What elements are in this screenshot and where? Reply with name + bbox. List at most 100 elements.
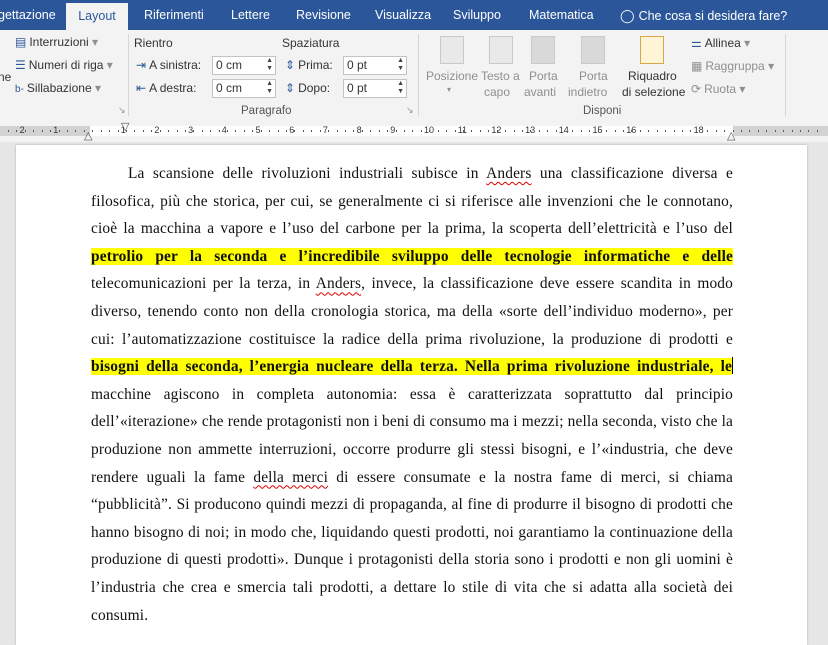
tab-matematica[interactable]: Matematica xyxy=(529,0,594,30)
ruler-tick xyxy=(690,130,692,132)
rotate-button[interactable]: ⟳ Ruota ▾ xyxy=(691,82,745,96)
indent-title: Rientro xyxy=(134,36,173,50)
ruler-number: 6 xyxy=(289,125,295,135)
spacing-after-input[interactable]: 0 pt ▲ ▼ xyxy=(343,79,407,98)
ruler-tick xyxy=(724,130,726,132)
indent-right-label: ⇤ A destra: xyxy=(136,81,196,95)
align-button[interactable]: ⚌ Allinea ▾ xyxy=(691,36,750,50)
spinner-arrows-icon[interactable]: ▲ ▼ xyxy=(266,80,273,96)
spinner-arrows-icon[interactable]: ▲ ▼ xyxy=(397,57,404,73)
spacing-before-label: ⇕ Prima: xyxy=(285,58,333,72)
tab-riferimenti[interactable]: Riferimenti xyxy=(144,0,204,30)
spinner-arrows-icon[interactable]: ▲ ▼ xyxy=(397,80,404,96)
indent-right-icon: ⇤ xyxy=(136,81,147,95)
breaks-button[interactable]: ▤ Interruzioni ▾ xyxy=(15,35,98,49)
ruler-number: 3 xyxy=(188,125,194,135)
ruler-tick xyxy=(235,130,237,132)
group-separator xyxy=(418,34,419,116)
ruler-tick xyxy=(353,130,355,132)
ribbon-layout: ne ▤ Interruzioni ▾ ☰ Numeri di riga ▾ b‐ S… xyxy=(0,30,828,121)
first-line-indent-marker-icon[interactable]: ▽ xyxy=(121,120,129,133)
breaks-label: Interruzioni xyxy=(29,35,89,49)
ruler-tick xyxy=(656,130,658,132)
ruler-tick xyxy=(496,130,498,132)
chevron-down-icon: ▾ xyxy=(740,36,751,50)
ruler-tick xyxy=(412,130,414,132)
ruler-tick xyxy=(159,130,161,132)
tab-sviluppo[interactable]: Sviluppo xyxy=(453,0,501,30)
bring-forward-label-1[interactable]: Porta xyxy=(529,69,558,83)
ruler-number: 1 xyxy=(53,125,59,135)
right-indent-marker-icon[interactable]: △ xyxy=(727,129,735,142)
ruler-tick xyxy=(446,130,448,132)
selection-pane-label-2[interactable]: di selezione xyxy=(622,85,685,99)
page-setup-launcher-icon[interactable]: ↘ xyxy=(118,105,126,116)
paragraph[interactable]: La scansione delle rivoluzioni industria… xyxy=(91,160,733,629)
ruler-tick xyxy=(479,130,481,132)
ruler-number: 9 xyxy=(390,125,396,135)
spellcheck-flagged-word: della merci xyxy=(253,468,329,486)
spellcheck-flagged-word: Anders xyxy=(486,165,532,182)
ruler-tick xyxy=(774,130,776,132)
document-body[interactable]: La scansione delle rivoluzioni industria… xyxy=(91,160,733,629)
position-button[interactable]: Posizione xyxy=(426,69,478,83)
align-label: Allinea xyxy=(704,36,741,50)
ruler-tick xyxy=(33,130,35,132)
highlighted-text: bisogni della seconda, l’energia nuclear… xyxy=(91,358,732,376)
ruler-tick xyxy=(168,130,170,132)
partial-label: ne xyxy=(0,70,12,84)
indent-right-value: 0 cm xyxy=(216,81,243,95)
ruler-tick xyxy=(462,130,464,132)
ruler-tick xyxy=(513,130,515,132)
send-backward-label-2[interactable]: indietro xyxy=(568,85,607,99)
spacing-before-text: Prima: xyxy=(298,58,333,72)
ruler-tick xyxy=(75,130,77,132)
ruler-tick xyxy=(488,130,490,132)
hyphenation-button[interactable]: b‐ Sillabazione ▾ xyxy=(15,81,101,95)
horizontal-ruler[interactable]: 211234567891011121314151618 ▽ △ △ xyxy=(0,120,828,142)
position-icon xyxy=(440,36,464,64)
chevron-down-icon: ▾ xyxy=(103,58,113,72)
ruler-tick xyxy=(791,130,793,132)
ruler-tick xyxy=(201,130,203,132)
tell-me-box[interactable]: ◯ Che cosa si desidera fare? xyxy=(620,0,787,30)
ruler-tick xyxy=(597,130,599,132)
text-run: di essere consumate e la nostra fame di … xyxy=(91,468,733,624)
tab-layout[interactable]: Layout xyxy=(66,3,128,30)
spinner-arrows-icon[interactable]: ▲ ▼ xyxy=(266,57,273,73)
paragraph-group-label: Paragrafo xyxy=(241,105,292,117)
line-numbers-button[interactable]: ☰ Numeri di riga ▾ xyxy=(15,58,113,72)
tab-visualizza[interactable]: Visualizza xyxy=(375,0,431,30)
paragraph-launcher-icon[interactable]: ↘ xyxy=(406,105,414,116)
ruler-tick xyxy=(757,130,759,132)
group-button[interactable]: ▦ Raggruppa ▾ xyxy=(691,59,774,73)
selection-pane-icon xyxy=(640,36,664,64)
send-backward-label-1[interactable]: Porta xyxy=(579,69,608,83)
ruler-tick xyxy=(808,130,810,132)
bring-forward-label-2[interactable]: avanti xyxy=(524,85,556,99)
indent-right-input[interactable]: 0 cm ▲ ▼ xyxy=(212,79,276,98)
text-run: telecomunicazioni per la terza, in xyxy=(91,275,316,293)
ruler-tick xyxy=(109,130,111,132)
tab-revisione[interactable]: Revisione xyxy=(296,0,351,30)
ruler-tick xyxy=(8,130,9,132)
ruler-tick xyxy=(816,130,818,132)
chevron-down-icon: ▾ xyxy=(91,81,101,95)
indent-left-text: A sinistra: xyxy=(149,58,202,72)
spacing-after-icon: ⇕ xyxy=(285,81,296,95)
indent-left-input[interactable]: 0 cm ▲ ▼ xyxy=(212,56,276,75)
ruler-tick xyxy=(302,130,304,132)
ruler-tick xyxy=(799,130,801,132)
ruler-tick xyxy=(16,130,18,132)
hanging-indent-marker-icon[interactable]: △ xyxy=(84,129,92,142)
ruler-tick xyxy=(403,130,405,132)
tab-lettere[interactable]: Lettere xyxy=(231,0,270,30)
spacing-before-value: 0 pt xyxy=(347,58,368,72)
rotate-label: Ruota xyxy=(704,82,737,96)
wrap-text-label-2[interactable]: capo xyxy=(484,85,510,99)
ruler-tick xyxy=(606,130,608,132)
wrap-text-label-1[interactable]: Testo a xyxy=(481,69,520,83)
spacing-before-input[interactable]: 0 pt ▲ ▼ xyxy=(343,56,407,75)
selection-pane-label-1[interactable]: Riquadro xyxy=(628,69,677,83)
tab-progettazione[interactable]: gettazione xyxy=(0,0,56,30)
